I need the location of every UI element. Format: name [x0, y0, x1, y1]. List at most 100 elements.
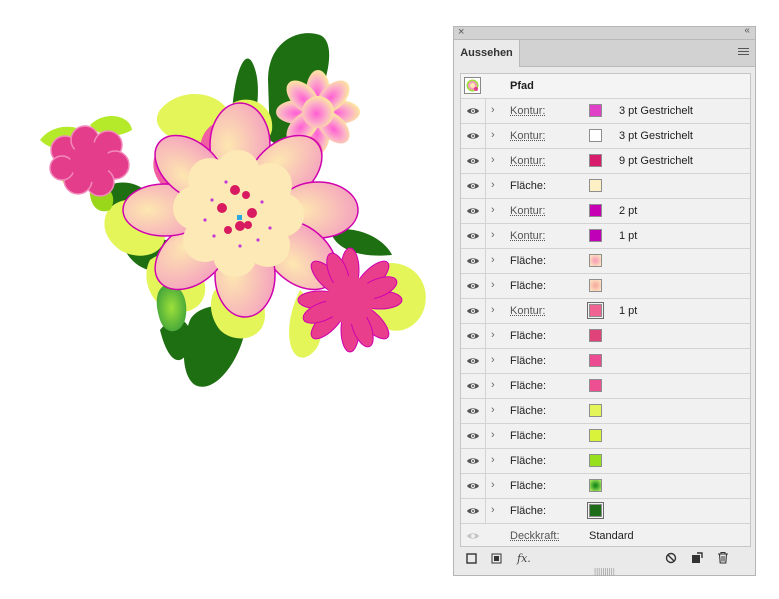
- visibility-toggle[interactable]: [461, 499, 486, 523]
- eye-icon[interactable]: [466, 156, 480, 166]
- color-swatch[interactable]: [589, 379, 602, 392]
- appearance-row-stroke[interactable]: › Kontur: 1 pt: [461, 299, 750, 324]
- trash-icon[interactable]: [717, 551, 729, 564]
- eye-icon[interactable]: [466, 181, 480, 191]
- eye-icon[interactable]: [466, 256, 480, 266]
- chevron-right-icon[interactable]: ›: [491, 129, 495, 141]
- visibility-toggle[interactable]: [461, 149, 486, 173]
- color-swatch[interactable]: [589, 129, 602, 142]
- chevron-right-icon[interactable]: ›: [491, 479, 495, 491]
- color-swatch[interactable]: [589, 404, 602, 417]
- eye-icon[interactable]: [466, 431, 480, 441]
- stroke-label[interactable]: Kontur:: [510, 305, 545, 318]
- eye-icon[interactable]: [466, 306, 480, 316]
- eye-icon[interactable]: [466, 281, 480, 291]
- stroke-label[interactable]: Kontur:: [510, 105, 545, 118]
- chevron-right-icon[interactable]: ›: [491, 504, 495, 516]
- color-swatch[interactable]: [587, 502, 604, 519]
- object-header-row[interactable]: Pfad: [461, 74, 750, 99]
- appearance-row-stroke[interactable]: › Kontur: 1 pt: [461, 224, 750, 249]
- panel-menu-icon[interactable]: [738, 48, 749, 57]
- color-swatch[interactable]: [589, 254, 602, 267]
- color-swatch[interactable]: [587, 302, 604, 319]
- color-swatch[interactable]: [589, 154, 602, 167]
- appearance-row-stroke[interactable]: › Kontur: 3 pt Gestrichelt: [461, 99, 750, 124]
- appearance-row-fill[interactable]: › Fläche:: [461, 249, 750, 274]
- visibility-toggle[interactable]: [461, 174, 486, 198]
- appearance-row-fill[interactable]: › Fläche:: [461, 274, 750, 299]
- chevron-right-icon[interactable]: ›: [491, 179, 495, 191]
- visibility-toggle[interactable]: [461, 324, 486, 348]
- stroke-label[interactable]: Kontur:: [510, 155, 545, 168]
- appearance-row-fill[interactable]: › Fläche:: [461, 174, 750, 199]
- chevron-right-icon[interactable]: ›: [491, 404, 495, 416]
- eye-icon[interactable]: [466, 531, 480, 541]
- visibility-toggle[interactable]: [461, 449, 486, 473]
- stroke-label[interactable]: Kontur:: [510, 230, 545, 243]
- visibility-toggle[interactable]: [461, 299, 486, 323]
- chevron-right-icon[interactable]: ›: [491, 279, 495, 291]
- stroke-label[interactable]: Kontur:: [510, 130, 545, 143]
- visibility-toggle[interactable]: [461, 399, 486, 423]
- chevron-right-icon[interactable]: ›: [491, 204, 495, 216]
- appearance-row-fill[interactable]: › Fläche:: [461, 324, 750, 349]
- collapse-icon[interactable]: ‹‹: [744, 24, 750, 38]
- color-swatch[interactable]: [589, 454, 602, 467]
- visibility-toggle[interactable]: [461, 474, 486, 498]
- chevron-right-icon[interactable]: ›: [491, 354, 495, 366]
- chevron-right-icon[interactable]: ›: [491, 429, 495, 441]
- fx-icon[interactable]: fx.: [517, 552, 531, 565]
- color-swatch[interactable]: [589, 329, 602, 342]
- close-icon[interactable]: ×: [458, 25, 464, 39]
- chevron-right-icon[interactable]: ›: [491, 104, 495, 116]
- color-swatch[interactable]: [589, 479, 602, 492]
- appearance-row-stroke[interactable]: › Kontur: 9 pt Gestrichelt: [461, 149, 750, 174]
- chevron-right-icon[interactable]: ›: [491, 454, 495, 466]
- appearance-row-fill[interactable]: › Fläche:: [461, 399, 750, 424]
- appearance-row-stroke[interactable]: › Kontur: 2 pt: [461, 199, 750, 224]
- color-swatch[interactable]: [589, 204, 602, 217]
- color-swatch[interactable]: [589, 429, 602, 442]
- eye-icon[interactable]: [466, 231, 480, 241]
- eye-icon[interactable]: [466, 206, 480, 216]
- eye-icon[interactable]: [466, 456, 480, 466]
- eye-icon[interactable]: [466, 106, 480, 116]
- visibility-toggle[interactable]: [461, 199, 486, 223]
- chevron-right-icon[interactable]: ›: [491, 329, 495, 341]
- eye-icon[interactable]: [466, 356, 480, 366]
- visibility-toggle[interactable]: [461, 249, 486, 273]
- visibility-toggle[interactable]: [461, 224, 486, 248]
- eye-icon[interactable]: [466, 131, 480, 141]
- color-swatch[interactable]: [589, 354, 602, 367]
- appearance-row-stroke[interactable]: › Kontur: 3 pt Gestrichelt: [461, 124, 750, 149]
- visibility-toggle[interactable]: [461, 424, 486, 448]
- stroke-label[interactable]: Kontur:: [510, 205, 545, 218]
- visibility-toggle[interactable]: [461, 374, 486, 398]
- opacity-label[interactable]: Deckkraft:: [510, 530, 560, 543]
- eye-icon[interactable]: [466, 481, 480, 491]
- chevron-right-icon[interactable]: ›: [491, 229, 495, 241]
- visibility-toggle[interactable]: [461, 99, 486, 123]
- eye-icon[interactable]: [466, 506, 480, 516]
- eye-icon[interactable]: [466, 381, 480, 391]
- eye-icon[interactable]: [466, 406, 480, 416]
- chevron-right-icon[interactable]: ›: [491, 379, 495, 391]
- visibility-toggle[interactable]: [461, 349, 486, 373]
- duplicate-icon[interactable]: [691, 552, 703, 564]
- appearance-row-fill[interactable]: › Fläche:: [461, 449, 750, 474]
- color-swatch[interactable]: [589, 179, 602, 192]
- appearance-row-fill[interactable]: › Fläche:: [461, 374, 750, 399]
- color-swatch[interactable]: [589, 104, 602, 117]
- chevron-right-icon[interactable]: ›: [491, 254, 495, 266]
- appearance-row-fill[interactable]: › Fläche:: [461, 424, 750, 449]
- appearance-row-fill[interactable]: › Fläche:: [461, 499, 750, 524]
- tab-aussehen[interactable]: Aussehen: [454, 40, 520, 67]
- eye-icon[interactable]: [466, 331, 480, 341]
- new-stroke-icon[interactable]: [466, 553, 477, 564]
- opacity-row[interactable]: Deckkraft: Standard: [461, 524, 750, 546]
- resize-grip[interactable]: ||||||||||: [594, 568, 615, 576]
- color-swatch[interactable]: [589, 229, 602, 242]
- chevron-right-icon[interactable]: ›: [491, 304, 495, 316]
- clear-icon[interactable]: [665, 552, 677, 564]
- chevron-right-icon[interactable]: ›: [491, 154, 495, 166]
